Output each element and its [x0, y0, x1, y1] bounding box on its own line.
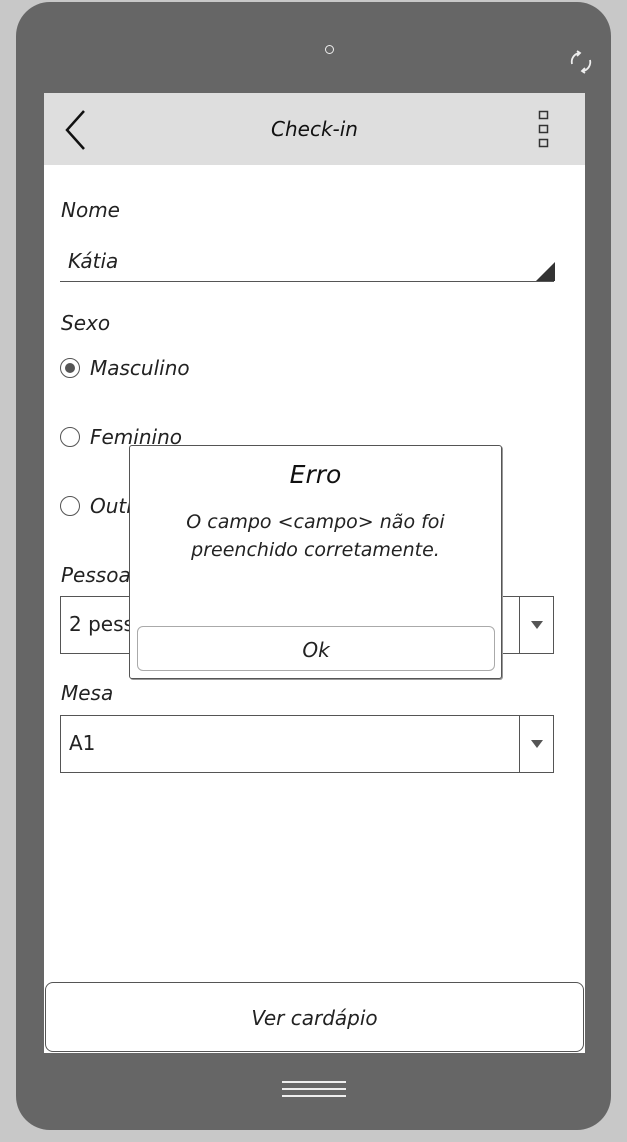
radio-selected-icon [60, 358, 80, 378]
sexo-label: Sexo [61, 311, 111, 335]
radio-unselected-icon [60, 427, 80, 447]
mesa-label: Mesa [61, 681, 114, 705]
page-title: Check-in [271, 117, 358, 141]
radio-label: Masculino [90, 356, 190, 380]
error-dialog: Erro O campo <campo> não foi preenchido … [129, 445, 502, 679]
mesa-select[interactable]: A1 [60, 715, 554, 773]
ok-button[interactable]: Ok [137, 626, 495, 671]
ver-cardapio-button[interactable]: Ver cardápio [45, 982, 584, 1052]
rotate-icon[interactable] [568, 49, 594, 75]
dialog-title: Erro [289, 460, 342, 489]
nome-input[interactable]: Kátia [60, 245, 555, 282]
chevron-down-icon [531, 621, 543, 629]
nome-label: Nome [61, 198, 120, 222]
more-vertical-icon[interactable] [538, 110, 550, 150]
chevron-down-icon [531, 740, 543, 748]
resize-corner-icon [536, 262, 555, 281]
mesa-value: A1 [69, 731, 96, 755]
dropdown-button[interactable] [519, 597, 553, 653]
ver-cardapio-label: Ver cardápio [251, 1006, 378, 1030]
app-bar: Check-in [44, 93, 585, 165]
radio-unselected-icon [60, 496, 80, 516]
camera-icon [325, 45, 334, 54]
ok-label: Ok [302, 638, 330, 662]
nome-value: Kátia [68, 249, 119, 273]
dropdown-button[interactable] [519, 716, 553, 772]
home-bar-icon[interactable] [282, 1080, 346, 1100]
dialog-message: O campo <campo> não foi preenchido corre… [186, 511, 445, 561]
